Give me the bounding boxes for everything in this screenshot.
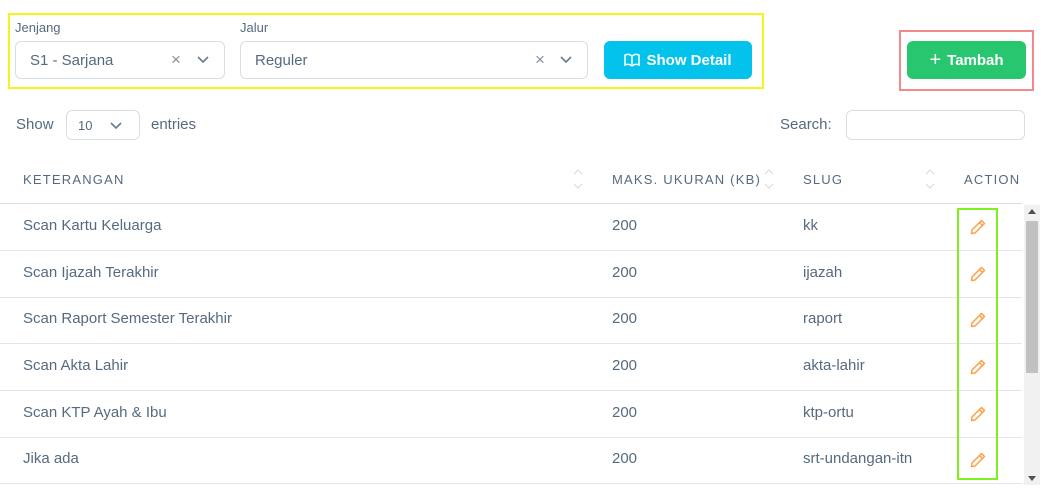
jalur-select[interactable]: Reguler × — [240, 41, 588, 79]
table-row: Scan Kartu Keluarga 200 kk — [0, 204, 1022, 251]
add-button[interactable]: + Tambah — [907, 41, 1026, 79]
column-header-keterangan[interactable]: KETERANGAN — [23, 172, 125, 187]
cell-keterangan: Scan Kartu Keluarga — [23, 217, 162, 234]
search-input[interactable] — [846, 110, 1025, 140]
table-row: Scan Akta Lahir 200 akta-lahir — [0, 344, 1022, 391]
column-header-maks-ukuran[interactable]: MAKS. UKURAN (KB) — [612, 172, 761, 187]
show-label: Show — [16, 116, 54, 133]
jenjang-clear-icon[interactable]: × — [171, 50, 181, 70]
chevron-down-icon[interactable] — [196, 55, 210, 65]
add-button-label: Tambah — [947, 51, 1004, 69]
jalur-select-value: Reguler — [255, 52, 308, 69]
cell-keterangan: Scan Ijazah Terakhir — [23, 264, 159, 281]
cell-keterangan: Jika ada — [23, 450, 79, 467]
cell-slug: kk — [803, 217, 818, 234]
table-row: Scan KTP Ayah & Ibu 200 ktp-ortu — [0, 391, 1022, 438]
column-header-slug[interactable]: SLUG — [803, 172, 843, 187]
show-detail-label: Show Detail — [646, 51, 732, 69]
cell-keterangan: Scan Akta Lahir — [23, 357, 129, 374]
plus-icon: + — [929, 49, 942, 71]
cell-slug: raport — [803, 310, 843, 327]
page-length-select[interactable]: 10 — [66, 110, 140, 140]
sort-icon[interactable] — [573, 166, 583, 192]
cell-slug: ijazah — [803, 264, 843, 281]
jalur-label: Jalur — [240, 20, 269, 35]
scrollbar-thumb[interactable] — [1026, 221, 1038, 373]
sort-icon[interactable] — [764, 166, 774, 192]
show-detail-button[interactable]: Show Detail — [604, 41, 752, 79]
column-header-action: ACTION — [964, 172, 1021, 187]
cell-maks-ukuran: 200 — [612, 217, 638, 234]
cell-maks-ukuran: 200 — [612, 357, 638, 374]
table-scrollbar[interactable] — [1024, 205, 1040, 485]
cell-keterangan: Scan Raport Semester Terakhir — [23, 310, 232, 327]
action-highlight-box — [957, 208, 998, 480]
cell-keterangan: Scan KTP Ayah & Ibu — [23, 404, 167, 421]
search-label: Search: — [780, 116, 832, 133]
book-open-icon — [624, 53, 641, 67]
scroll-up-arrow-icon[interactable] — [1028, 209, 1036, 214]
sort-icon[interactable] — [925, 166, 935, 192]
table-row: Scan Raport Semester Terakhir 200 raport — [0, 297, 1022, 344]
entries-label: entries — [151, 116, 197, 133]
jenjang-select[interactable]: S1 - Sarjana × — [15, 41, 225, 79]
cell-slug: akta-lahir — [803, 357, 865, 374]
cell-maks-ukuran: 200 — [612, 404, 638, 421]
cell-slug: srt-undangan-itn — [803, 450, 913, 467]
scroll-down-arrow-icon[interactable] — [1028, 476, 1036, 481]
cell-maks-ukuran: 200 — [612, 450, 638, 467]
table-row: Jika ada 200 srt-undangan-itn — [0, 437, 1022, 484]
cell-maks-ukuran: 200 — [612, 310, 638, 327]
jalur-clear-icon[interactable]: × — [535, 50, 545, 70]
jenjang-label: Jenjang — [15, 20, 61, 35]
chevron-down-icon[interactable] — [559, 55, 573, 65]
jenjang-select-value: S1 - Sarjana — [30, 52, 114, 69]
table-row: Scan Ijazah Terakhir 200 ijazah — [0, 251, 1022, 298]
page-length-value: 10 — [78, 118, 93, 133]
cell-maks-ukuran: 200 — [612, 264, 638, 281]
cell-slug: ktp-ortu — [803, 404, 854, 421]
chevron-down-icon — [110, 122, 122, 130]
